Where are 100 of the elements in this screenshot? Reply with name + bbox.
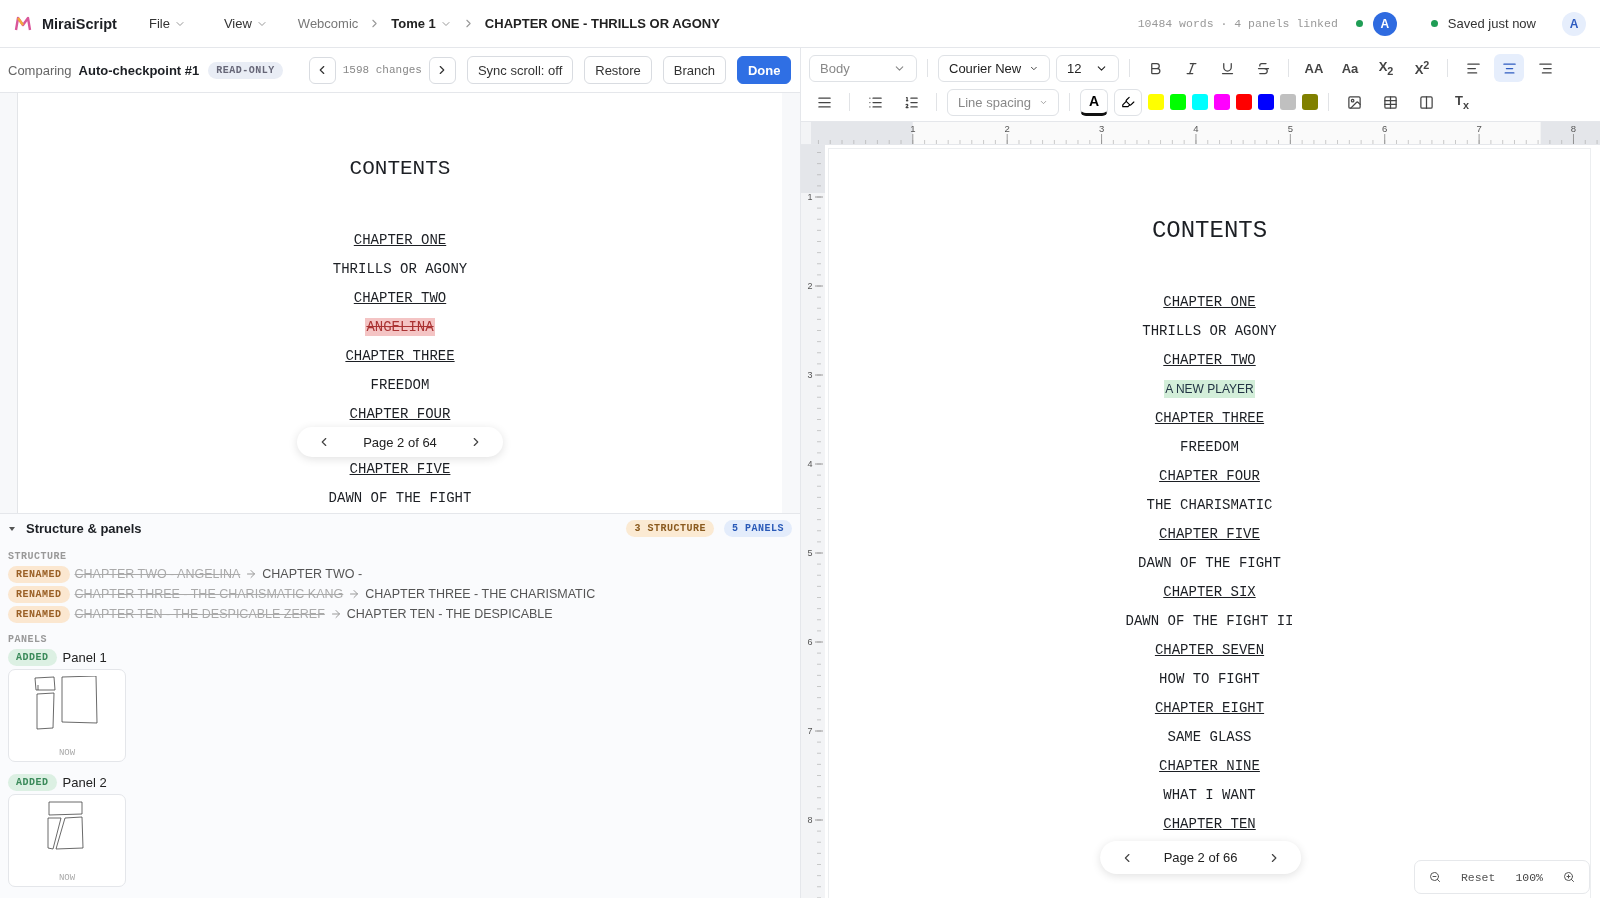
menu-item[interactable]: File bbox=[140, 12, 194, 35]
format-button[interactable]: AA bbox=[1299, 54, 1329, 82]
strike-icon bbox=[1255, 60, 1271, 76]
renamed-badge: RENAMED bbox=[8, 605, 70, 623]
menu-item[interactable]: View bbox=[215, 12, 276, 35]
toolbar-button[interactable]: Branch bbox=[662, 56, 726, 84]
collaborator-avatar[interactable]: A bbox=[1372, 11, 1397, 36]
reset-zoom-button[interactable]: Reset bbox=[1460, 870, 1496, 884]
italic-icon bbox=[1183, 60, 1199, 76]
align-justify-icon bbox=[816, 94, 832, 110]
panel-name: Panel 1 bbox=[62, 650, 107, 665]
format-button[interactable]: Aa bbox=[1335, 54, 1365, 82]
chapter-heading: CHAPTER THREE bbox=[345, 347, 455, 366]
chapter-heading: CHAPTER SEVEN bbox=[1154, 641, 1265, 660]
arrow-icon bbox=[329, 608, 342, 620]
arrow-icon bbox=[348, 588, 361, 600]
chapter-title: SAME GLASS bbox=[1167, 728, 1252, 747]
align-left-icon bbox=[1465, 60, 1481, 76]
chapter-heading: CHAPTER ONE bbox=[1163, 293, 1256, 312]
toolbar-button[interactable]: Restore bbox=[584, 56, 652, 84]
checkpoint-name: Auto-checkpoint #1 bbox=[78, 62, 200, 78]
old-title: CHAPTER TEN - THE DESPICABLE ZEREF bbox=[74, 607, 325, 621]
font-select[interactable]: Courier New bbox=[938, 54, 1050, 82]
color-swatch[interactable] bbox=[1148, 94, 1164, 110]
section-label: PANELS bbox=[8, 634, 48, 645]
timestamp: NOW bbox=[58, 748, 76, 758]
chapter-title: HOW TO FIGHT bbox=[1159, 670, 1260, 689]
align-right-icon bbox=[1537, 60, 1553, 76]
count-badge: 3 STRUCTURE bbox=[626, 520, 714, 537]
chapter-title: THRILLS OR AGONY bbox=[332, 260, 468, 279]
breadcrumb-item[interactable]: Tome 1 bbox=[391, 16, 452, 31]
panel-layout-drawing bbox=[47, 801, 87, 851]
color-swatch[interactable] bbox=[1192, 94, 1208, 110]
contents-heading: CONTENTS bbox=[349, 157, 451, 180]
toolbar-button[interactable]: Sync scroll: off bbox=[466, 56, 574, 84]
done-button[interactable]: Done bbox=[737, 56, 792, 84]
format-button[interactable]: X$_{2}$ bbox=[1371, 54, 1401, 82]
numbered-list-icon bbox=[903, 94, 919, 110]
new-title: CHAPTER TEN - THE DESPICABLE bbox=[346, 607, 553, 621]
breadcrumb-item[interactable]: Webcomic bbox=[297, 16, 359, 31]
chapter-title: FREEDOM bbox=[370, 376, 430, 395]
renamed-badge: RENAMED bbox=[8, 585, 70, 603]
chapter-heading: CHAPTER EIGHT bbox=[1154, 699, 1265, 718]
chapter-heading: CHAPTER THREE bbox=[1154, 409, 1265, 428]
format-button[interactable]: X$^{2}$ bbox=[1407, 54, 1437, 82]
app-name: MiraiScript bbox=[42, 15, 117, 32]
chapter-heading: CHAPTER FOUR bbox=[1159, 467, 1260, 486]
timestamp: NOW bbox=[58, 873, 76, 883]
chapter-heading: CHAPTER TEN bbox=[1163, 815, 1256, 834]
logo-icon bbox=[14, 15, 32, 32]
highlighter-button[interactable] bbox=[1114, 88, 1142, 116]
panel-title: Structure & panels bbox=[26, 521, 142, 536]
zoom-in-button[interactable] bbox=[1563, 871, 1575, 883]
word-count: 10484 words · 4 panels linked bbox=[1137, 17, 1338, 30]
old-title: CHAPTER TWO - ANGELINA bbox=[74, 567, 241, 581]
align-center-icon bbox=[1501, 60, 1517, 76]
table-icon bbox=[1382, 94, 1398, 110]
new-title: CHAPTER TWO - bbox=[262, 567, 363, 581]
chapter-title: DAWN OF THE FIGHT bbox=[328, 489, 472, 508]
added-badge: ADDED bbox=[8, 774, 57, 791]
zoom-out-button[interactable] bbox=[1428, 871, 1441, 883]
chapter-heading: CHAPTER TWO bbox=[1163, 351, 1256, 370]
renamed-badge: RENAMED bbox=[8, 565, 70, 583]
color-swatch[interactable] bbox=[1170, 94, 1186, 110]
old-title: CHAPTER THREE - THE CHARISMATIC KANG bbox=[74, 587, 344, 601]
align-center-button[interactable] bbox=[1494, 54, 1524, 82]
chapter-title: THRILLS OR AGONY bbox=[1142, 322, 1277, 341]
arrow-icon bbox=[245, 568, 258, 580]
section-label: STRUCTURE bbox=[8, 551, 68, 562]
image-icon bbox=[1346, 94, 1362, 110]
panel-layout-drawing bbox=[34, 676, 100, 730]
save-status: Saved just now bbox=[1447, 16, 1536, 31]
chapter-heading: CHAPTER TWO bbox=[353, 289, 447, 308]
panel-name: Panel 2 bbox=[62, 775, 107, 790]
chapter-title: FREEDOM bbox=[1180, 438, 1239, 457]
page-icon bbox=[1418, 94, 1434, 110]
clear-format-button[interactable]: T$_{x}$ bbox=[1447, 88, 1477, 116]
bullet-list-icon bbox=[867, 94, 883, 110]
chapter-heading: CHAPTER FOUR bbox=[349, 405, 451, 424]
line-spacing-select[interactable]: Line spacing bbox=[947, 88, 1059, 116]
chapter-heading: CHAPTER SIX bbox=[1163, 583, 1256, 602]
chapter-title: THE CHARISMATIC bbox=[1146, 496, 1273, 515]
user-avatar[interactable]: A bbox=[1562, 11, 1586, 36]
color-swatch[interactable] bbox=[1258, 94, 1274, 110]
underline-icon bbox=[1219, 60, 1235, 76]
font-size-select[interactable]: 12 bbox=[1056, 54, 1119, 82]
chapter-heading: CHAPTER ONE bbox=[353, 231, 447, 250]
color-swatch[interactable] bbox=[1236, 94, 1252, 110]
zoom-level: 100% bbox=[1515, 870, 1543, 884]
highlighter-icon bbox=[1121, 95, 1135, 109]
color-swatch[interactable] bbox=[1214, 94, 1230, 110]
text-color-button[interactable]: A bbox=[1080, 88, 1108, 116]
color-swatch[interactable] bbox=[1280, 94, 1296, 110]
change-count: 1598 changes bbox=[342, 64, 422, 76]
color-swatch[interactable] bbox=[1302, 94, 1318, 110]
caret-icon[interactable] bbox=[8, 524, 16, 533]
chapter-title: DAWN OF THE FIGHT II bbox=[1125, 612, 1294, 631]
comparing-label: Comparing bbox=[8, 62, 72, 78]
style-select[interactable]: Body bbox=[809, 54, 917, 82]
read-only-badge: READ-ONLY bbox=[208, 61, 283, 79]
